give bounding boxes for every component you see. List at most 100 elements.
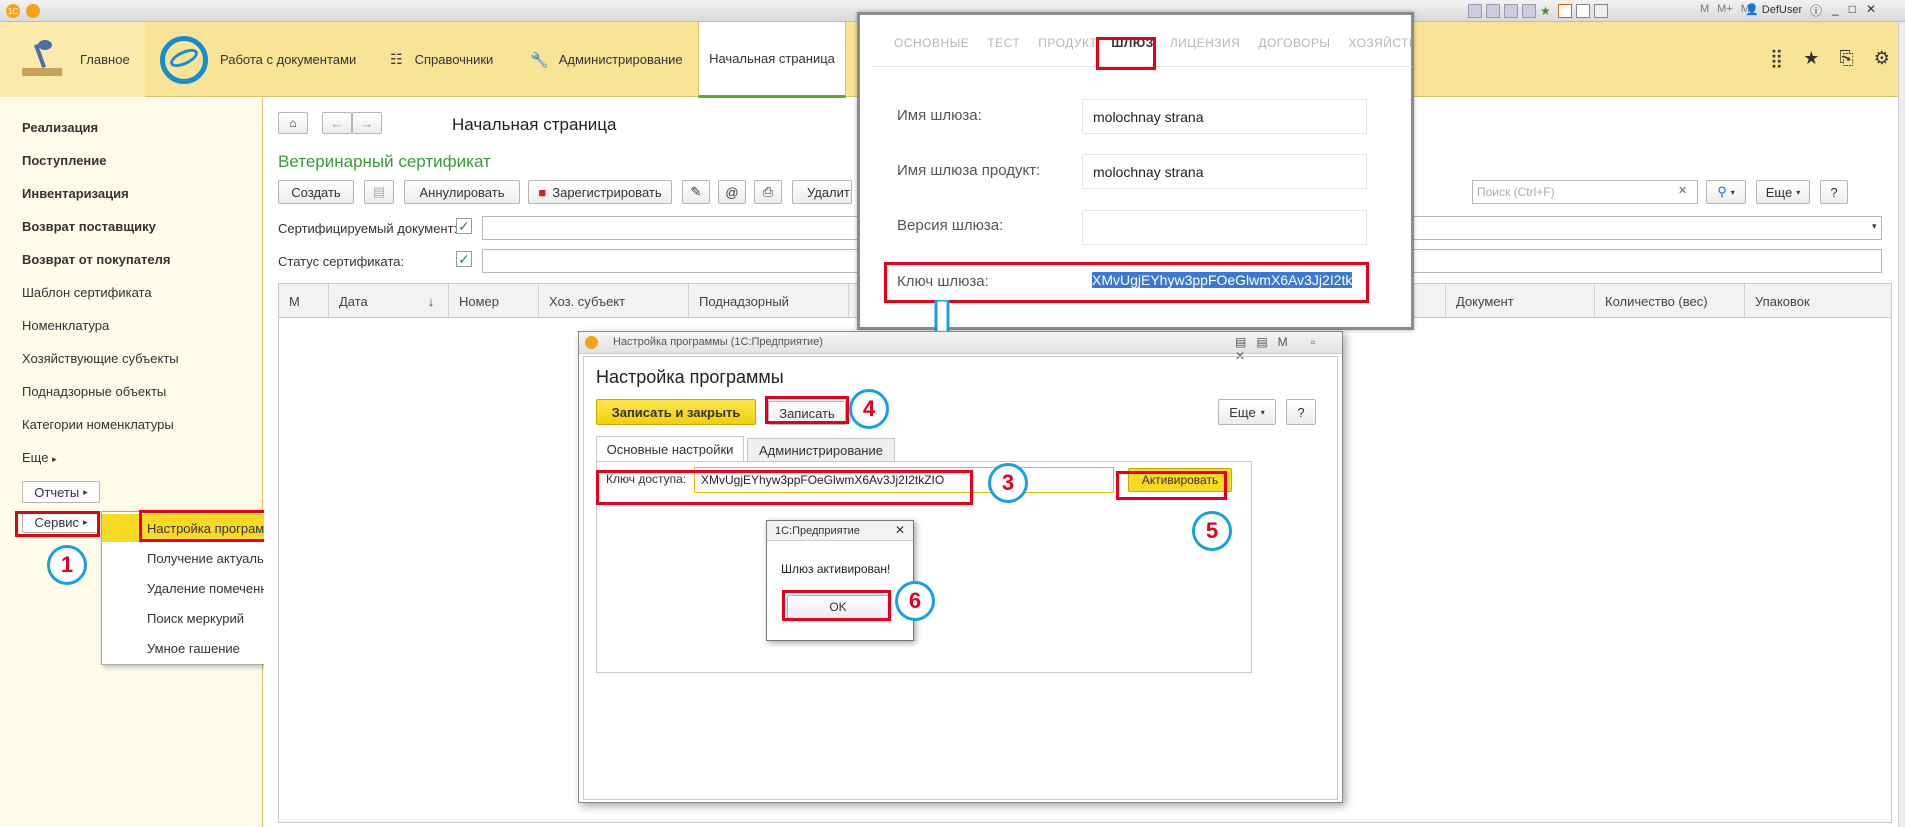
filter-document-dropdown-icon[interactable]: ▾ — [1872, 221, 1877, 232]
history-icon[interactable]: ⎘ — [1839, 48, 1853, 69]
tab-administration[interactable]: Администрирование — [747, 438, 895, 462]
gateway-key-field[interactable]: XMvUgjEYhyw3ppFOeGlwmX6Av3Jj2I2tk — [1092, 272, 1360, 294]
message-box-close-icon[interactable]: ✕ — [895, 523, 905, 537]
create-button[interactable]: Создать — [278, 180, 354, 204]
page-title: Начальная страница — [452, 115, 617, 134]
close-icon[interactable]: ✕ — [1866, 2, 1876, 19]
settings-icon[interactable]: ⚙ — [1874, 48, 1890, 69]
column-header[interactable]: Количество (вес) — [1595, 284, 1745, 318]
filter-checkbox-status[interactable]: ✓ — [456, 251, 472, 267]
m-plus-button[interactable]: M+ — [1717, 3, 1733, 15]
dialog-more-button[interactable]: Еще ▾ — [1218, 399, 1276, 425]
help-button[interactable]: ? — [1820, 180, 1848, 204]
column-header[interactable]: Документ — [1445, 284, 1595, 318]
dialog-titlebar: Настройка программы (1С:Предприятие) ▤▤M… — [579, 332, 1342, 363]
menu-item-smart-redemption[interactable]: Умное гашение — [147, 641, 240, 656]
sidebar-item[interactable]: Поднадзорные объекты — [22, 384, 166, 399]
sidebar-item[interactable]: Шаблон сертификата — [22, 285, 152, 300]
sidebar-item[interactable]: Хозяйствующие субъекты — [22, 351, 179, 366]
sidebar-more[interactable]: Еще ▸ — [22, 450, 57, 465]
step6-highlight — [782, 590, 891, 621]
section-catalogs[interactable]: ☷ Справочники — [390, 22, 493, 97]
titlebar-tool-icons[interactable]: ★ — [1468, 4, 1698, 18]
delete-button[interactable]: Удалит — [792, 180, 852, 204]
sort-arrow-icon: ↓ — [427, 293, 435, 309]
m-button[interactable]: M — [1700, 3, 1709, 15]
sidebar-item[interactable]: Возврат поставщику — [22, 219, 156, 234]
gateway-tab[interactable]: ДОГОВОРЫ — [1258, 36, 1330, 50]
info-icon[interactable]: ⓘ — [1810, 2, 1822, 19]
favorites-star-icon[interactable]: ★ — [1803, 48, 1819, 69]
column-header[interactable]: Упаковок — [1745, 284, 1891, 318]
search-button[interactable]: ⚲ ▾ — [1706, 180, 1746, 204]
gateway-name-field[interactable]: molochnay strana — [1082, 99, 1367, 134]
back-button[interactable]: ← — [322, 112, 352, 134]
message-box-titlebar: 1С:Предприятие ✕ — [767, 521, 913, 541]
gateway-tab[interactable]: ЛИЦЕНЗИЯ — [1170, 36, 1241, 50]
table-icon[interactable] — [1576, 4, 1590, 18]
filter-checkbox-document[interactable]: ✓ — [456, 218, 472, 234]
gateway-tab[interactable]: ХОЗЯЙСТВУ — [1349, 36, 1412, 50]
gateway-tab[interactable]: ПРОДУКТ — [1038, 36, 1097, 50]
apps-grid-icon[interactable]: ⣿ — [1770, 48, 1783, 69]
at-icon: @ — [725, 184, 739, 200]
reports-button[interactable]: Отчеты ▸ — [22, 481, 100, 503]
sidebar-item[interactable]: Инвентаризация — [22, 186, 129, 201]
column-header[interactable]: Номер — [449, 284, 539, 318]
clear-search-icon[interactable]: ✕ — [1678, 184, 1687, 197]
form-subtitle: Ветеринарный сертификат — [278, 152, 491, 171]
print-button[interactable]: ⎙ — [754, 180, 782, 204]
sidebar-item[interactable]: Возврат от покупателя — [22, 252, 170, 267]
chevron-right-icon: ▸ — [52, 454, 57, 464]
more-button[interactable]: Еще ▾ — [1756, 180, 1810, 204]
section-main[interactable]: Главное — [0, 22, 145, 97]
sidebar-item[interactable]: Реализация — [22, 120, 98, 135]
maximize-icon[interactable]: □ — [1849, 2, 1856, 19]
print-icon[interactable] — [1486, 4, 1500, 18]
column-header[interactable]: Дата ↓ — [329, 284, 449, 318]
sidebar-item[interactable]: Поступление — [22, 153, 107, 168]
gateway-version-field[interactable] — [1082, 210, 1367, 245]
sign-button[interactable]: ✎ — [682, 180, 710, 204]
sidebar-item[interactable]: Номенклатура — [22, 318, 109, 333]
gateway-key-label: Ключ шлюза: — [897, 273, 989, 290]
step-badge-4: 4 — [849, 389, 889, 429]
annul-button[interactable]: Аннулировать — [404, 180, 520, 204]
menu-item-mercury-search[interactable]: Поиск меркурий — [147, 611, 244, 626]
save-icon[interactable] — [1468, 4, 1482, 18]
home-button[interactable]: ⌂ — [278, 112, 308, 134]
window-controls[interactable]: ⓘ _ □ ✕ — [1810, 2, 1876, 19]
gateway-tab[interactable]: ТЕСТ — [987, 36, 1020, 50]
app-logo-icon[interactable]: 1C — [6, 4, 20, 18]
section-home-tab[interactable]: Начальная страница — [698, 22, 846, 98]
save-and-close-button[interactable]: Записать и закрыть — [596, 399, 756, 425]
column-header[interactable]: Хоз. субъект — [539, 284, 689, 318]
section-right-icons: ⣿ ★ ⎘ ⚙ — [1770, 48, 1890, 69]
minimize-icon[interactable]: _ — [1832, 2, 1839, 19]
link-icon[interactable] — [1522, 4, 1536, 18]
copy-button[interactable]: ▤ — [364, 180, 394, 204]
star-icon[interactable]: ★ — [1540, 4, 1554, 18]
search-input[interactable]: Поиск (Ctrl+F) — [1472, 180, 1698, 204]
calc-icon[interactable] — [1594, 4, 1608, 18]
calendar-icon[interactable] — [1558, 4, 1572, 18]
column-header[interactable]: Поднадзорный — [689, 284, 849, 318]
email-button[interactable]: @ — [718, 180, 746, 204]
step3-highlight — [596, 470, 973, 505]
settings-dialog: Настройка программы (1С:Предприятие) ▤▤M… — [578, 331, 1343, 803]
menu-arrow-icon[interactable] — [26, 4, 40, 18]
register-button[interactable]: ■ Зарегистрировать — [528, 180, 672, 204]
step1-highlight — [15, 511, 100, 537]
section-administration[interactable]: 🔧 Администрирование — [530, 22, 683, 97]
gateway-tab[interactable]: ОСНОВНЫЕ — [894, 36, 969, 50]
user-name[interactable]: 👤 DefUser — [1745, 3, 1802, 16]
copy-icon[interactable] — [1504, 4, 1518, 18]
column-header[interactable]: М — [279, 284, 329, 318]
forward-button[interactable]: → — [352, 112, 382, 134]
tab-basic-settings[interactable]: Основные настройки — [596, 436, 744, 462]
dialog-help-button[interactable]: ? — [1286, 399, 1316, 425]
gateway-product-field[interactable]: molochnay strana — [1082, 154, 1367, 189]
globe-icon — [160, 35, 208, 84]
sidebar-item[interactable]: Категории номенклатуры — [22, 417, 174, 432]
section-documents[interactable]: Работа с документами — [150, 22, 356, 97]
